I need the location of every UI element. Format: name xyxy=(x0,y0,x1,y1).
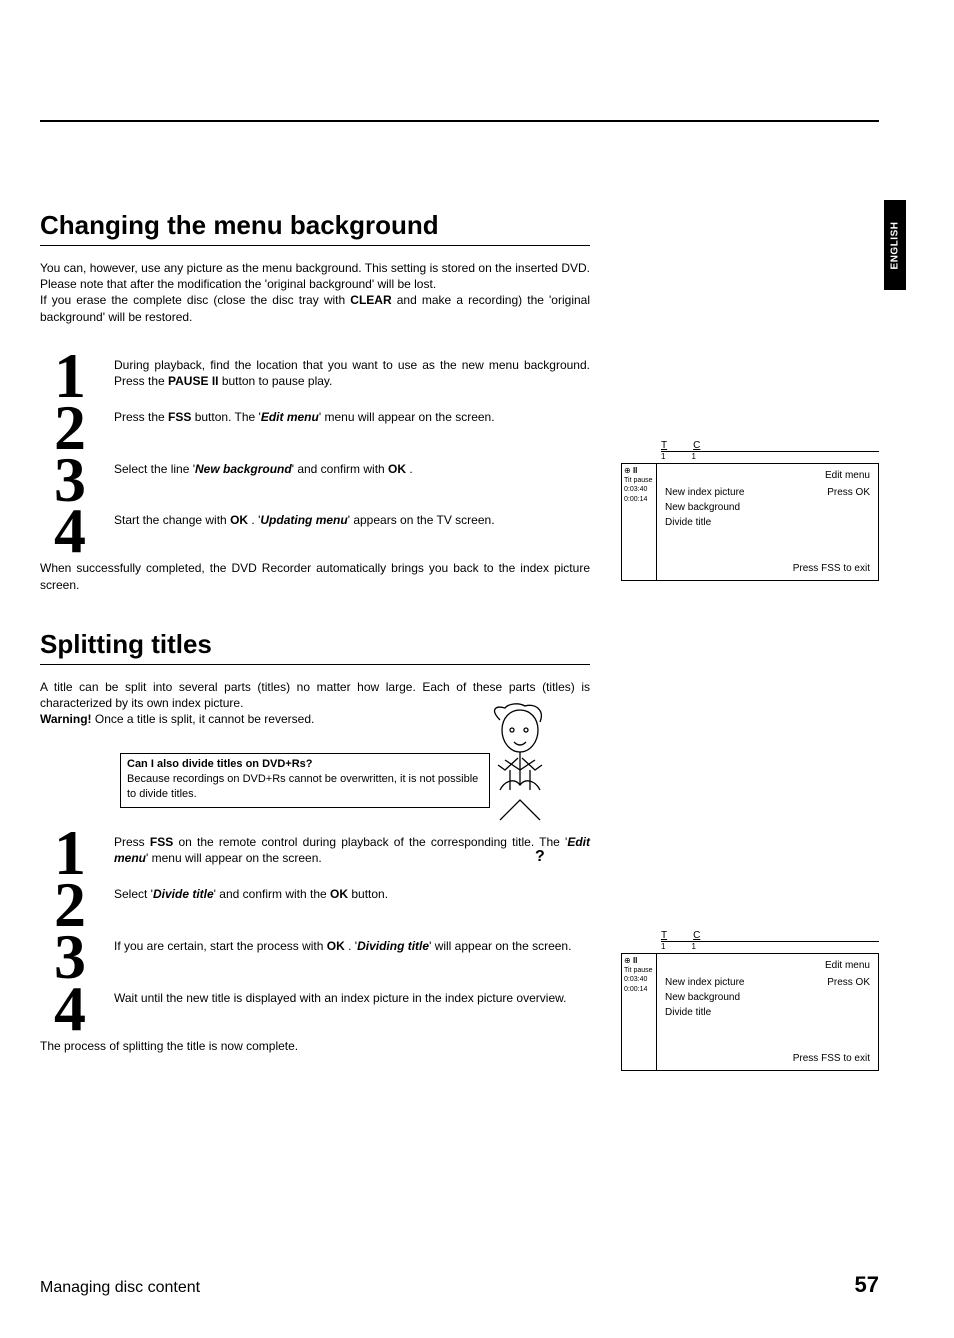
s2-step3-text: If you are certain, start the process wi… xyxy=(114,932,590,954)
faq-box: Can I also divide titles on DVD+Rs? Beca… xyxy=(120,753,490,808)
s1-outro: When successfully completed, the DVD Rec… xyxy=(40,560,590,592)
s1-step2-text: Press the FSS button. The 'Edit menu' me… xyxy=(114,403,590,425)
panel2-m1: New index picturePress OK xyxy=(665,975,870,990)
step-number-4: 4 xyxy=(40,506,100,556)
faq-body: Because recordings on DVD+Rs cannot be o… xyxy=(121,772,489,807)
panel1-body: ⊕ II Tit pause 0:03:40 0:00:14 Edit menu… xyxy=(621,463,879,581)
s1-step2: 2 Press the FSS button. The 'Edit menu' … xyxy=(40,403,590,453)
s2-step4-text: Wait until the new title is displayed wi… xyxy=(114,984,590,1006)
page-footer: Managing disc content 57 xyxy=(40,1272,879,1298)
panel2-body: ⊕ II Tit pause 0:03:40 0:00:14 Edit menu… xyxy=(621,953,879,1071)
person-illustration xyxy=(470,700,570,840)
panel2-left: ⊕ II Tit pause 0:03:40 0:00:14 xyxy=(621,953,657,1071)
section2: Splitting titles A title can be split in… xyxy=(40,629,590,1054)
s2-intro-2b: Once a title is split, it cannot be reve… xyxy=(92,712,315,726)
s2-step3: 3 If you are certain, start the process … xyxy=(40,932,590,982)
language-label: ENGLISH xyxy=(890,221,901,269)
panel2-headers: T C xyxy=(661,930,879,942)
section1-rule xyxy=(40,245,590,246)
panel1-footer: Press FSS to exit xyxy=(665,563,870,574)
panel2-m2: New background xyxy=(665,990,870,1005)
section1-intro: You can, however, use any picture as the… xyxy=(40,260,590,325)
panel1-header-label: Edit menu xyxy=(665,470,870,481)
panel1-left: ⊕ II Tit pause 0:03:40 0:00:14 xyxy=(621,463,657,581)
s1-step4: 4 Start the change with OK . 'Updating m… xyxy=(40,506,590,556)
section2-rule xyxy=(40,664,590,665)
step-number-4b: 4 xyxy=(40,984,100,1034)
panel1-subheaders: 1 1 xyxy=(661,452,879,461)
panel1-m1: New index picturePress OK xyxy=(665,485,870,500)
s1-step1: 1 During playback, find the location tha… xyxy=(40,351,590,401)
footer-section-name: Managing disc content xyxy=(40,1279,200,1297)
tv-screen-panel-1: T C 1 1 ⊕ II Tit pause 0:03:40 0:00:14 E… xyxy=(621,440,879,581)
panel2-header-label: Edit menu xyxy=(665,960,870,971)
rec-icon-2: ⊕ II xyxy=(624,956,654,966)
panel2-subheaders: 1 1 xyxy=(661,942,879,951)
s1-step4-text: Start the change with OK . 'Updating men… xyxy=(114,506,590,528)
s1-intro-1: You can, however, use any picture as the… xyxy=(40,261,590,291)
s1-step1-text: During playback, find the location that … xyxy=(114,351,590,389)
top-rule xyxy=(40,120,879,122)
faq-title: Can I also divide titles on DVD+Rs? xyxy=(121,754,489,772)
question-mark-icon: ? xyxy=(535,848,545,866)
panel1-m3: Divide title xyxy=(665,515,870,530)
page-number: 57 xyxy=(855,1272,879,1298)
rec-icon: ⊕ II xyxy=(624,466,654,476)
s2-step2: 2 Select 'Divide title' and confirm with… xyxy=(40,880,590,930)
panel1-right: Edit menu New index picturePress OK New … xyxy=(657,463,879,581)
s1-intro-clear: CLEAR xyxy=(350,293,391,307)
s2-outro: The process of splitting the title is no… xyxy=(40,1038,590,1054)
main-content: Changing the menu background You can, ho… xyxy=(40,210,590,1054)
panel2-right: Edit menu New index picturePress OK New … xyxy=(657,953,879,1071)
s1-step3-text: Select the line 'New background' and con… xyxy=(114,455,590,477)
s1-intro-2a: If you erase the complete disc (close th… xyxy=(40,293,350,307)
tv-screen-panel-2: T C 1 1 ⊕ II Tit pause 0:03:40 0:00:14 E… xyxy=(621,930,879,1071)
panel2-footer: Press FSS to exit xyxy=(665,1053,870,1064)
panel2-m3: Divide title xyxy=(665,1005,870,1020)
section2-title: Splitting titles xyxy=(40,629,590,660)
s1-step3: 3 Select the line 'New background' and c… xyxy=(40,455,590,505)
panel1-m2: New background xyxy=(665,500,870,515)
s2-step4: 4 Wait until the new title is displayed … xyxy=(40,984,590,1034)
panel1-headers: T C xyxy=(661,440,879,452)
language-tab: ENGLISH xyxy=(884,200,906,290)
section1-title: Changing the menu background xyxy=(40,210,590,241)
s2-step2-text: Select 'Divide title' and confirm with t… xyxy=(114,880,590,902)
s2-warning: Warning! xyxy=(40,712,92,726)
